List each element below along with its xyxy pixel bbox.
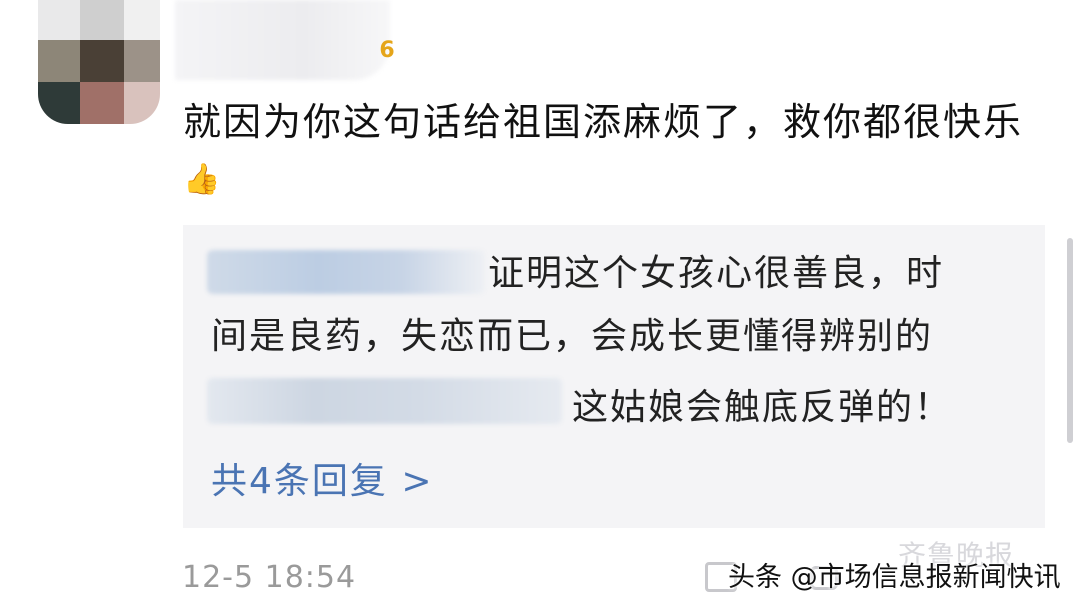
reply-text-line: 证明这个女孩心很善良，时 bbox=[488, 253, 945, 294]
view-all-replies-link[interactable]: 共4条回复 > bbox=[211, 458, 434, 506]
avatar-tile bbox=[38, 82, 80, 124]
avatar-tile bbox=[38, 40, 80, 82]
avatar-tile bbox=[80, 82, 124, 124]
reply-username-blurred[interactable] bbox=[207, 250, 485, 294]
username-blurred[interactable] bbox=[175, 0, 390, 80]
avatar-tile bbox=[80, 0, 124, 40]
comment-timestamp: 12-5 18:54 bbox=[182, 560, 357, 595]
vip-badge-icon: 6 bbox=[379, 38, 395, 63]
comment-text: 就因为你这句话给祖国添麻烦了，救你都很快乐 👍 bbox=[183, 95, 1023, 207]
avatar-tile bbox=[38, 0, 80, 40]
avatar-tile bbox=[124, 40, 160, 82]
reply-username-blurred[interactable] bbox=[207, 378, 562, 424]
avatar-tile bbox=[80, 40, 124, 82]
avatar-tile bbox=[124, 0, 160, 40]
thumbs-up-icon: 👍 bbox=[183, 162, 223, 197]
reply-text-line: 间是良药，失恋而已，会成长更懂得辨别的 bbox=[211, 316, 934, 357]
reply-text-line: 这姑娘会触底反弹的！ bbox=[572, 387, 953, 428]
avatar[interactable] bbox=[18, 0, 168, 130]
source-watermark: 头条 @市场信息报新闻快讯 bbox=[728, 562, 1061, 593]
avatar-tile bbox=[124, 82, 160, 124]
comment-body: 就因为你这句话给祖国添麻烦了，救你都很快乐 bbox=[183, 100, 1024, 144]
scrollbar[interactable] bbox=[1067, 238, 1073, 443]
